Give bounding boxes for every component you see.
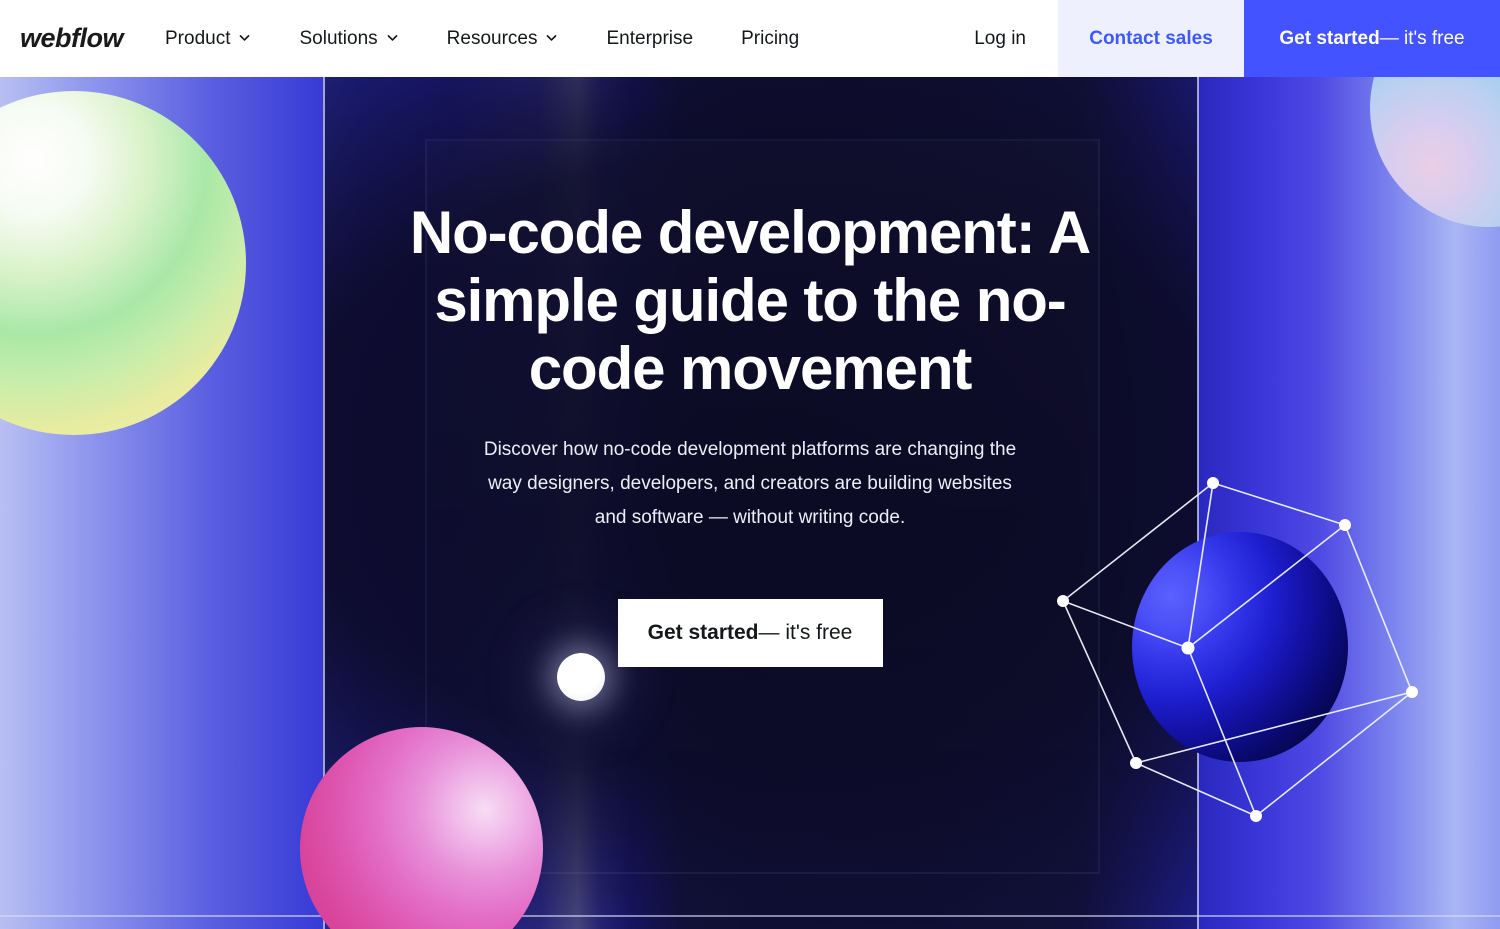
nav-item-pricing[interactable]: Pricing [717,0,823,77]
nav-item-solutions-label: Solutions [299,27,378,49]
get-started-nav-light: — it's free [1379,27,1465,49]
nav-links-group: Product Solutions Resources Enterprise P… [141,0,823,77]
login-link[interactable]: Log in [942,0,1058,77]
chevron-down-icon [238,31,251,44]
contact-sales-button[interactable]: Contact sales [1058,0,1244,77]
nav-item-pricing-label: Pricing [741,27,800,49]
nav-item-resources[interactable]: Resources [423,0,583,77]
top-navigation-bar: webflow Product Solutions Resources Ente… [0,0,1500,77]
hero-get-started-button[interactable]: Get started — it's free [617,599,883,667]
get-started-nav-button[interactable]: Get started — it's free [1244,0,1500,77]
horizontal-guide-line-bottom [0,915,1500,917]
chevron-down-icon [545,31,558,44]
wireframe-cube-icon [1040,467,1440,837]
get-started-nav-strong: Get started [1279,27,1380,49]
nav-item-enterprise[interactable]: Enterprise [582,0,717,77]
white-glow-sphere [557,653,605,701]
nav-item-resources-label: Resources [446,27,538,49]
hero-inner-frame [425,139,1100,874]
hero-cta-strong: Get started [647,621,759,644]
nav-item-product[interactable]: Product [141,0,275,77]
webflow-logo[interactable]: webflow [0,0,141,77]
nav-actions-group: Log in Contact sales Get started — it's … [942,0,1500,77]
hero-cta-light: — it's free [758,621,853,644]
hero-section: No-code development: A simple guide to t… [0,77,1500,929]
nav-item-product-label: Product [165,27,231,49]
chevron-down-icon [386,31,399,44]
nav-item-enterprise-label: Enterprise [606,27,694,49]
nav-item-solutions[interactable]: Solutions [275,0,422,77]
